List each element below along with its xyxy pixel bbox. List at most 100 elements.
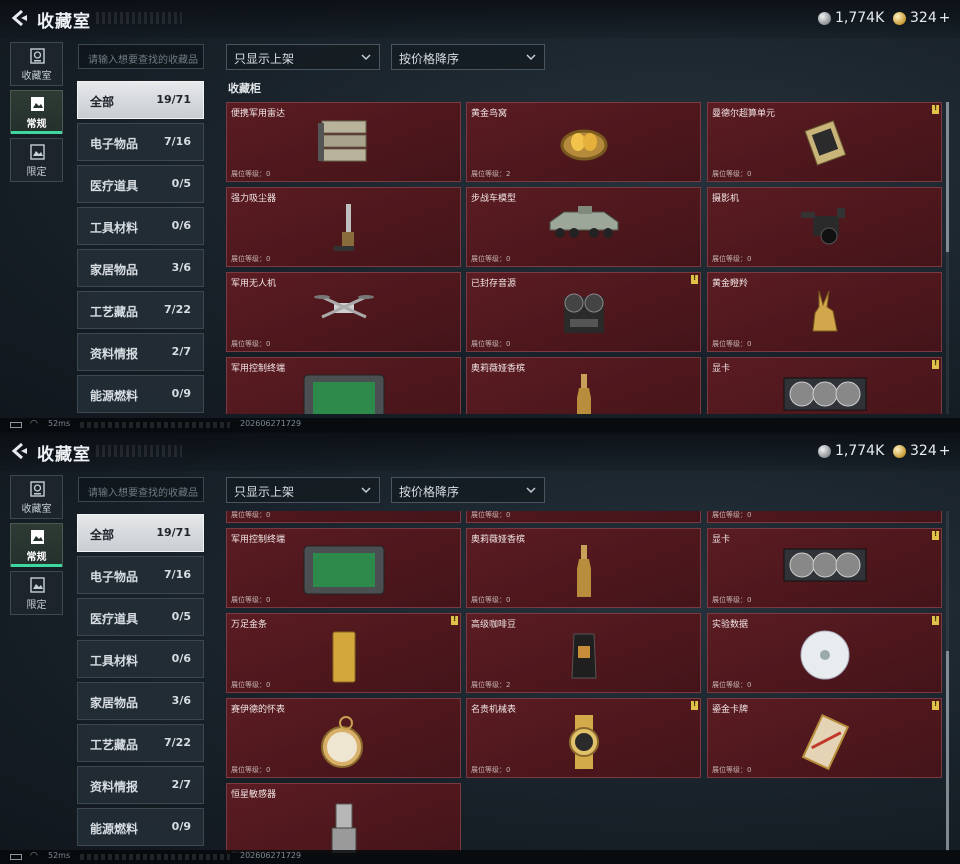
collectible-card[interactable]: 军用控制终端展位等级：0: [226, 357, 461, 414]
search-input[interactable]: 请输入想要查找的收藏品: [78, 477, 204, 502]
gold-currency[interactable]: 324 +: [893, 10, 950, 26]
search-input[interactable]: 请输入想要查找的收藏品: [78, 44, 204, 69]
display-level-label: 展位等级：: [231, 170, 266, 178]
scroll-thumb[interactable]: [946, 651, 949, 851]
display-level-label: 展位等级：: [712, 511, 747, 519]
collectible-card[interactable]: 实验数据 展位等级：0: [707, 613, 942, 693]
left-tab-regular[interactable]: 常规: [10, 90, 63, 134]
sort-dropdown[interactable]: 按价格降序: [391, 44, 545, 70]
display-level: 展位等级：2: [471, 169, 510, 179]
collectible-card[interactable]: 高级咖啡豆 展位等级：2: [466, 613, 701, 693]
back-arrow-icon[interactable]: [10, 9, 28, 27]
category-name: 资料情报: [90, 780, 139, 794]
collectible-card[interactable]: 便携军用雷达 展位等级：0: [226, 102, 461, 182]
category-name: 资料情报: [90, 347, 139, 361]
category-household[interactable]: 家居物品 3/6: [77, 682, 204, 720]
collectible-card[interactable]: 曼德尔超算单元 展位等级：0: [707, 102, 942, 182]
collectible-card[interactable]: 名贵机械表 展位等级：0: [466, 698, 701, 778]
collectible-card[interactable]: 黄金鸟窝 展位等级：2: [466, 102, 701, 182]
gold-coin-icon: [893, 11, 906, 25]
category-crafts[interactable]: 工艺藏品 7/22: [77, 724, 204, 762]
collectible-card[interactable]: 强力吸尘器 展位等级：0: [226, 187, 461, 267]
category-count: 0/5: [171, 610, 191, 623]
left-tab-limited[interactable]: 限定: [10, 571, 63, 615]
display-level: 展位等级：0: [231, 595, 270, 605]
display-level: 展位等级：0: [712, 595, 751, 605]
collectible-card[interactable]: 军用控制终端展位等级：0: [226, 528, 461, 608]
left-tab-vault[interactable]: 收藏室: [10, 42, 63, 86]
scroll-thumb[interactable]: [946, 102, 949, 252]
display-level: 展位等级：0: [471, 511, 510, 520]
display-level: 展位等级：0: [712, 765, 751, 775]
collection-room-screen-top: 收藏室 1,774K 324 + 收藏室 常规 限定 请输入想要查找的收藏品 只…: [0, 0, 960, 432]
category-electronics[interactable]: 电子物品 7/16: [77, 123, 204, 161]
display-level-value: 0: [506, 596, 511, 604]
display-level-label: 展位等级：: [712, 766, 747, 774]
category-tools[interactable]: 工具材料 0/6: [77, 640, 204, 678]
add-gold-button[interactable]: +: [939, 10, 951, 26]
gold-currency[interactable]: 324 +: [893, 443, 950, 459]
add-gold-button[interactable]: +: [939, 443, 951, 459]
category-tools[interactable]: 工具材料 0/6: [77, 207, 204, 245]
collectible-card[interactable]: 显卡展位等级：0: [707, 357, 942, 414]
category-intel[interactable]: 资料情报 2/7: [77, 333, 204, 371]
collectible-card[interactable]: 万足金条 展位等级：0: [226, 613, 461, 693]
session-id: 2026062717​29: [240, 851, 302, 860]
category-medical[interactable]: 医疗道具 0/5: [77, 165, 204, 203]
category-energy[interactable]: 能源燃料 0/9: [77, 375, 204, 413]
display-level-value: 0: [747, 766, 752, 774]
collectible-name: 鎏金卡牌: [712, 705, 749, 715]
display-level-label: 展位等级：: [471, 255, 506, 263]
session-id: 2026062717​29: [240, 419, 302, 428]
display-level-value: 0: [266, 255, 271, 263]
category-energy[interactable]: 能源燃料 0/9: [77, 808, 204, 846]
category-intel[interactable]: 资料情报 2/7: [77, 766, 204, 804]
shelf-filter-dropdown[interactable]: 只显示上架: [226, 44, 380, 70]
scrollbar[interactable]: [946, 102, 949, 414]
display-level-value: 0: [747, 170, 752, 178]
category-all[interactable]: 全部 19/71: [77, 514, 204, 552]
collectible-card[interactable]: 黄金瞪羚展位等级：0: [707, 511, 942, 523]
collectible-card[interactable]: 奥莉薇娅香槟展位等级：0: [466, 528, 701, 608]
category-name: 家居物品: [90, 263, 139, 277]
shelf-filter-dropdown[interactable]: 只显示上架: [226, 477, 380, 503]
collectible-card[interactable]: 恒星敏感器展位等级：0: [226, 783, 461, 853]
collectible-card[interactable]: 步战车模型 展位等级：0: [466, 187, 701, 267]
category-household[interactable]: 家居物品 3/6: [77, 249, 204, 287]
left-tab-vault[interactable]: 收藏室: [10, 475, 63, 519]
collectible-card[interactable]: 奥莉薇娅香槟展位等级：0: [466, 357, 701, 414]
category-crafts[interactable]: 工艺藏品 7/22: [77, 291, 204, 329]
blurred-uid: [80, 422, 230, 428]
display-level-label: 展位等级：: [471, 511, 506, 519]
display-level: 展位等级：0: [712, 254, 751, 264]
display-level: 展位等级：0: [231, 511, 270, 520]
display-level: 展位等级：2: [471, 680, 510, 690]
collectible-card[interactable]: 军用无人机展位等级：0: [226, 272, 461, 352]
collectible-card[interactable]: 鎏金卡牌展位等级：0: [707, 698, 942, 778]
collectible-card[interactable]: 已封存音源展位等级：0: [466, 511, 701, 523]
sort-dropdown[interactable]: 按价格降序: [391, 477, 545, 503]
display-level-value: 0: [266, 511, 271, 519]
category-electronics[interactable]: 电子物品 7/16: [77, 556, 204, 594]
left-tab-limited[interactable]: 限定: [10, 138, 63, 182]
scrollbar[interactable]: [946, 511, 949, 851]
status-bar: ◠ 52ms 2026062717​29: [0, 850, 960, 864]
display-level-value: 0: [747, 596, 752, 604]
gold-amount: 324: [910, 443, 937, 459]
collectible-card[interactable]: 摄影机 展位等级：0: [707, 187, 942, 267]
collectible-card[interactable]: 已封存音源展位等级：0: [466, 272, 701, 352]
collectible-card[interactable]: 黄金瞪羚展位等级：0: [707, 272, 942, 352]
title-decoration: [96, 12, 182, 24]
display-level-label: 展位等级：: [231, 255, 266, 263]
collectible-card[interactable]: 赛伊德的怀表 展位等级：0: [226, 698, 461, 778]
collectible-name: 便携军用雷达: [231, 109, 286, 119]
collectible-card[interactable]: 军用无人机展位等级：0: [226, 511, 461, 523]
display-level-label: 展位等级：: [471, 766, 506, 774]
back-arrow-icon[interactable]: [10, 442, 28, 460]
category-all[interactable]: 全部 19/71: [77, 81, 204, 119]
category-count: 7/22: [164, 303, 191, 316]
category-count: 19/71: [156, 93, 191, 106]
left-tab-regular[interactable]: 常规: [10, 523, 63, 567]
category-medical[interactable]: 医疗道具 0/5: [77, 598, 204, 636]
collectible-card[interactable]: 显卡展位等级：0: [707, 528, 942, 608]
